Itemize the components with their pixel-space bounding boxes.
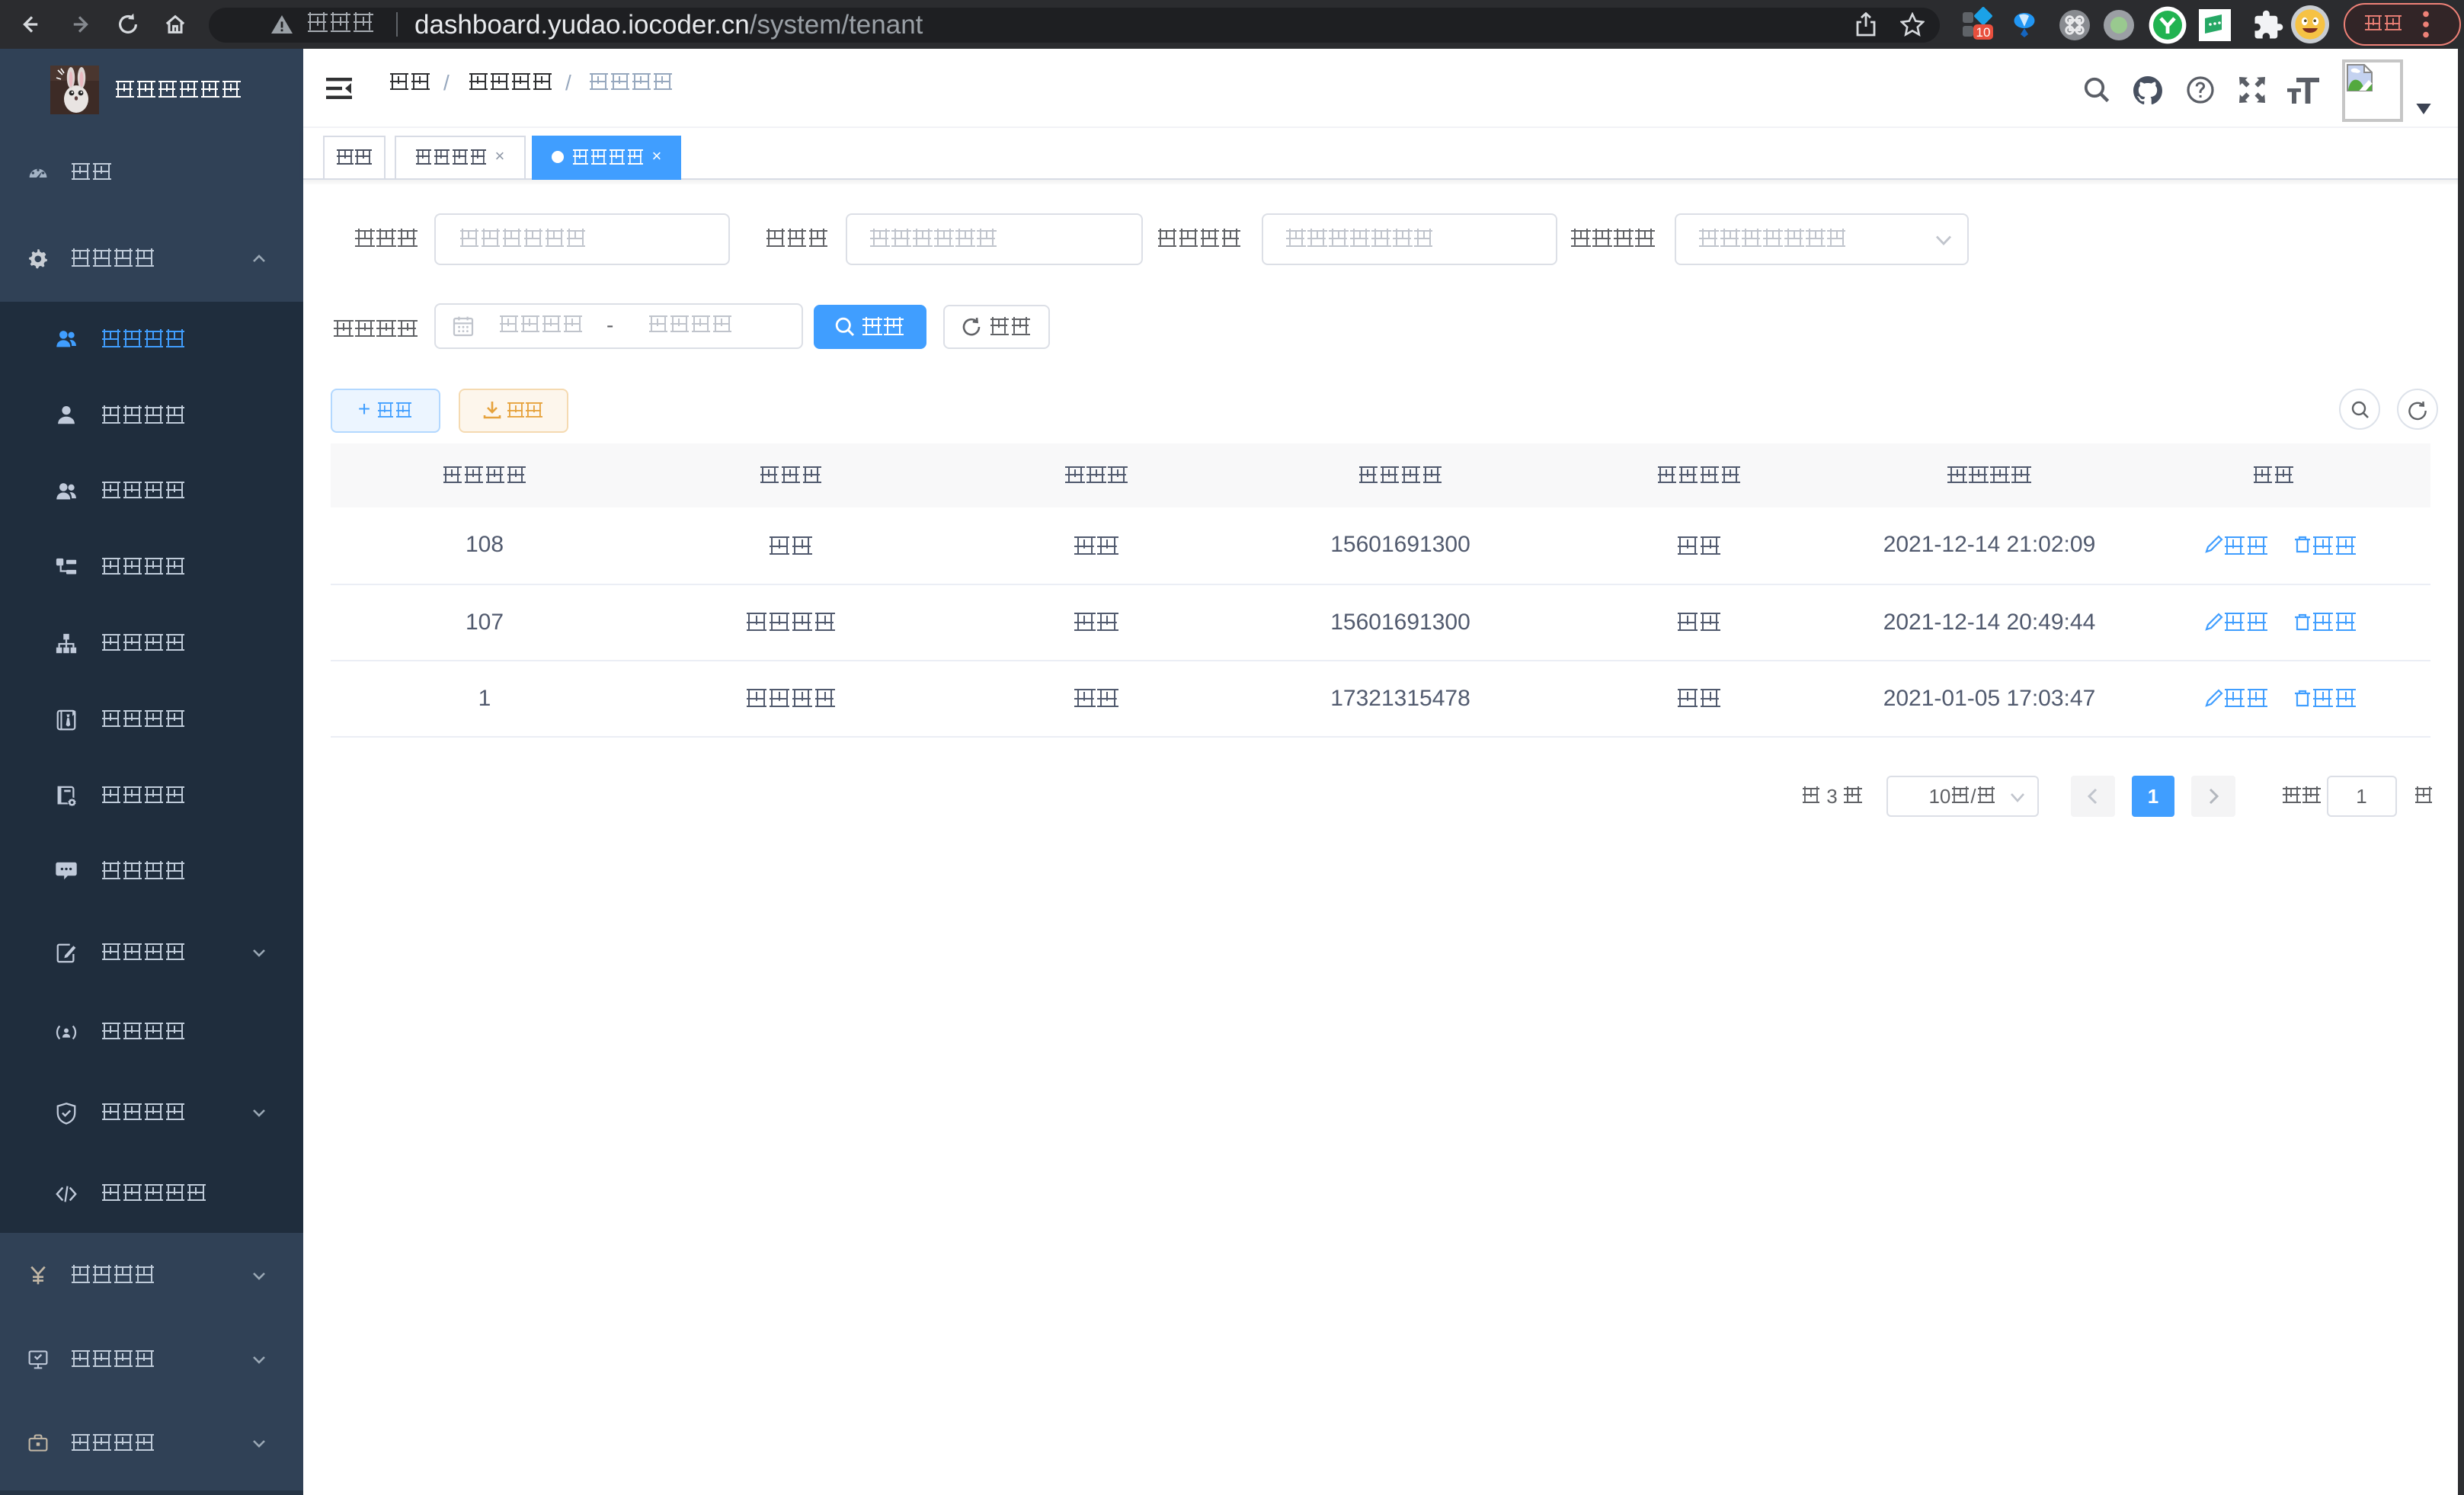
svg-text:10: 10 <box>1976 25 1991 40</box>
